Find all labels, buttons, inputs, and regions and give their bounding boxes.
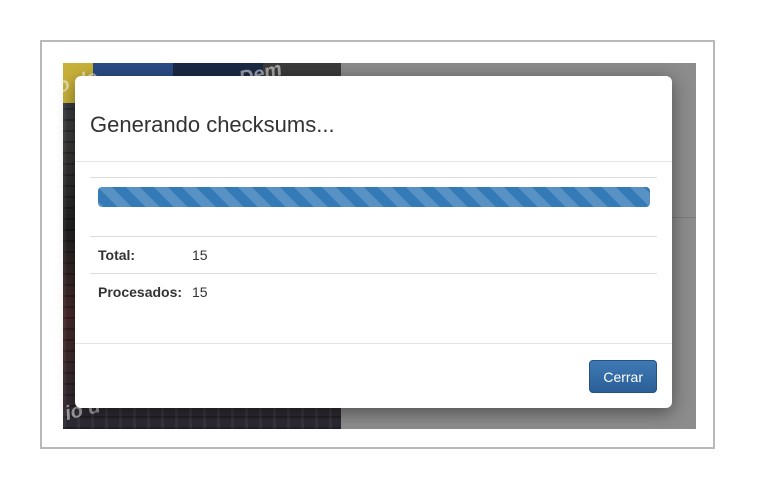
dialog-title: Generando checksums... <box>90 112 335 137</box>
stat-row-total: Total: 15 <box>90 236 657 272</box>
stat-label: Procesados: <box>98 284 183 300</box>
stat-value: 15 <box>192 284 208 300</box>
progress-track <box>98 187 650 207</box>
checksum-progress-dialog: Generando checksums... Total: 15 Procesa… <box>75 76 672 408</box>
progress-bar <box>98 187 650 207</box>
dialog-body: Total: 15 Procesados: 15 <box>75 162 672 344</box>
close-button[interactable]: Cerrar <box>589 360 657 393</box>
dialog-header: Generando checksums... <box>75 76 672 162</box>
stat-value: 15 <box>192 247 208 263</box>
stat-label: Total: <box>98 247 136 263</box>
table-divider <box>90 177 657 178</box>
stat-row-processed: Procesados: 15 <box>90 273 657 309</box>
dialog-footer: Cerrar <box>75 344 672 408</box>
